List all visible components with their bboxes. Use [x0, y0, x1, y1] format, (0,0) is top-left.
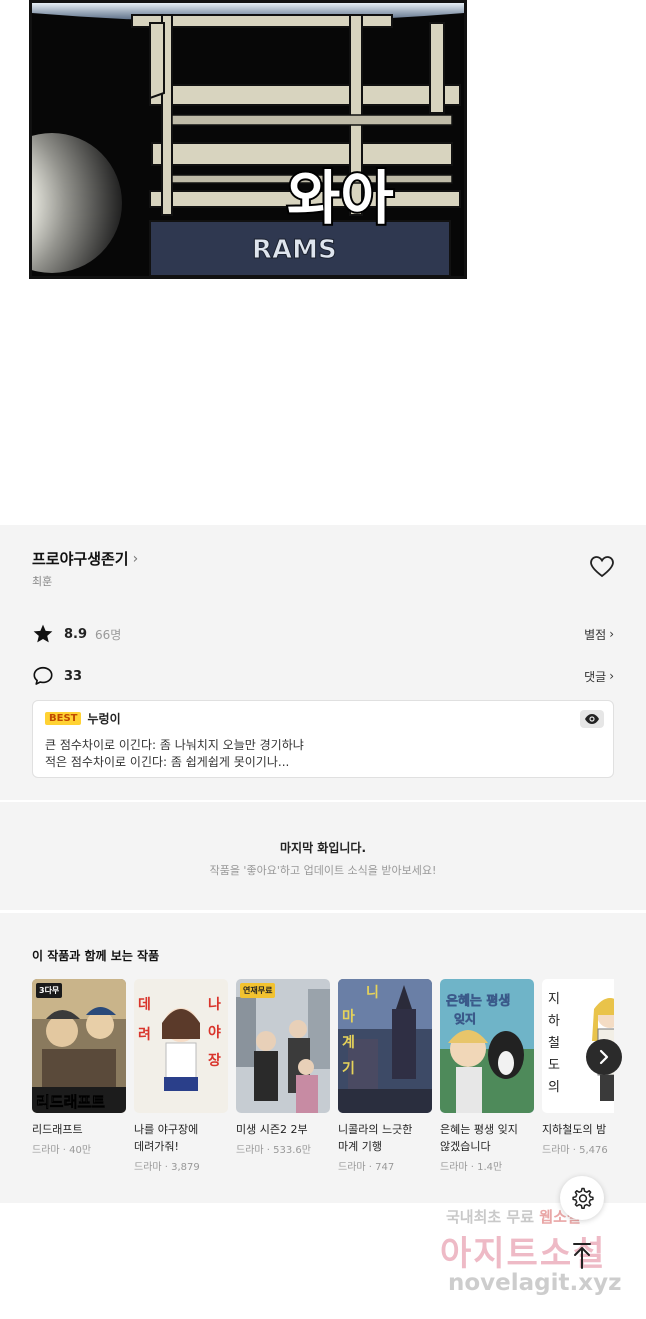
rating-row: 8.9 66명 별점 › — [32, 623, 614, 645]
best-comment[interactable]: BEST 누렁이 큰 점수차이로 이긴다: 좀 나눠치지 오늘만 경기하냐 적은… — [32, 700, 614, 778]
svg-text:은혜는 평생: 은혜는 평생 — [446, 993, 510, 1009]
card-thumbnail: 니 마 계 기 — [338, 979, 432, 1113]
rating-link-label: 별점 — [584, 627, 607, 642]
svg-text:려: 려 — [138, 1026, 151, 1043]
card-meta: 드라마 · 533.6만 — [236, 1145, 311, 1156]
last-episode-notice: 마지막 화입니다. 작품을 '좋아요'하고 업데이트 소식을 받아보세요! — [0, 802, 646, 910]
svg-text:야: 야 — [208, 1024, 221, 1041]
last-episode-subtitle: 작품을 '좋아요'하고 업데이트 소식을 받아보세요! — [209, 864, 437, 877]
card-meta: 드라마 · 1.4만 — [440, 1162, 503, 1173]
best-badge: BEST — [45, 712, 82, 725]
scroll-to-top-button[interactable] — [562, 1236, 602, 1276]
svg-text:기: 기 — [342, 1061, 355, 1077]
card-thumbnail: 은혜는 평생 잊지 — [440, 979, 534, 1113]
recommendation-carousel: 리드래프트 3다무 리드래프트 드라마 · 40만 데 려 나 야 장 나를 야… — [32, 979, 614, 1189]
card-thumbnail: 연재무료 — [236, 979, 330, 1113]
comment-line-2: 적은 점수차이로 이긴다: 좀 쉽게쉽게 못이기나... — [45, 755, 290, 769]
svg-text:철: 철 — [548, 1036, 560, 1051]
star-icon — [33, 624, 53, 643]
recommendations-section: 이 작품과 함께 보는 작품 리드래프트 3다무 리드래프트 드라마 · 40만 — [0, 913, 646, 1203]
card-title: 미생 시즌2 2부 — [236, 1123, 308, 1136]
comment-line-1: 큰 점수차이로 이긴다: 좀 나눠치지 오늘만 경기하냐 — [45, 738, 304, 752]
last-episode-title: 마지막 화입니다. — [279, 841, 367, 855]
chevron-right-icon — [599, 1049, 609, 1065]
recommendations-title: 이 작품과 함께 보는 작품 — [32, 949, 160, 963]
svg-text:나: 나 — [208, 997, 221, 1013]
svg-text:의: 의 — [548, 1080, 560, 1095]
work-info-section: 프로야구생존기 › 최훈 8.9 66명 별점 › 33 댓글 › BEST 누… — [0, 525, 646, 800]
rating-score: 8.9 — [64, 626, 88, 642]
svg-text:데: 데 — [138, 997, 151, 1013]
recommendation-card[interactable]: 리드래프트 3다무 리드래프트 드라마 · 40만 — [32, 979, 126, 1156]
svg-text:지: 지 — [548, 992, 560, 1007]
watermark: 국내최초 무료 웹소설 아지트소설 novelagit.xyz — [440, 1202, 640, 1312]
recommendation-card[interactable]: 니 마 계 기 니콜라의 느긋한 마계 기행 드라마 · 747 — [338, 979, 432, 1173]
comment-link[interactable]: 댓글 › — [584, 668, 614, 685]
svg-text:도: 도 — [548, 1058, 560, 1073]
eye-icon[interactable] — [580, 710, 604, 728]
comment-row: 33 댓글 › — [32, 665, 614, 687]
work-author: 최훈 — [32, 575, 53, 588]
chevron-right-icon: › — [132, 550, 139, 567]
rating-count: 66명 — [95, 627, 122, 642]
heart-icon[interactable] — [589, 555, 615, 579]
svg-text:마: 마 — [342, 1009, 355, 1025]
svg-text:계: 계 — [342, 1035, 355, 1051]
sign-text: RAMS — [252, 235, 337, 265]
card-meta: 드라마 · 3,879 — [134, 1162, 200, 1173]
comment-author: 누렁이 — [87, 712, 121, 726]
carousel-next-button[interactable] — [586, 1039, 622, 1075]
comic-panel: RAMS 와아 — [29, 0, 467, 279]
comic-viewer: RAMS 와아 — [0, 0, 646, 525]
card-title: 니콜라의 느긋한 마계 기행 — [338, 1123, 413, 1153]
svg-text:하: 하 — [548, 1014, 560, 1029]
card-title: 지하철도의 밤 — [542, 1123, 607, 1136]
sfx-text: 와아 — [287, 164, 394, 232]
card-thumbnail: 데 려 나 야 장 — [134, 979, 228, 1113]
arrow-up-icon — [573, 1243, 591, 1269]
work-title-link[interactable]: 프로야구생존기 › — [32, 548, 138, 569]
watermark-line-1: 국내최초 무료 웹소설 — [446, 1208, 581, 1226]
svg-text:잊지: 잊지 — [454, 1011, 476, 1026]
comment-count: 33 — [64, 668, 83, 684]
card-title: 나를 야구장에 데려가줘! — [134, 1123, 199, 1153]
chevron-right-icon: › — [609, 669, 614, 683]
svg-text:리드래프트: 리드래프트 — [36, 1093, 105, 1111]
svg-text:니: 니 — [366, 985, 379, 1001]
card-title: 은혜는 평생 잊지 않겠습니다 — [440, 1123, 518, 1153]
card-meta: 드라마 · 5,476 — [542, 1145, 608, 1156]
settings-button[interactable] — [560, 1176, 604, 1220]
recommendation-card[interactable]: 데 려 나 야 장 나를 야구장에 데려가줘! 드라마 · 3,879 — [134, 979, 228, 1173]
card-thumbnail: 리드래프트 3다무 — [32, 979, 126, 1113]
card-badge: 연재무료 — [240, 983, 276, 998]
card-title: 리드래프트 — [32, 1123, 83, 1136]
recommendation-card[interactable]: 은혜는 평생 잊지 은혜는 평생 잊지 않겠습니다 드라마 · 1.4만 — [440, 979, 534, 1173]
card-meta: 드라마 · 747 — [338, 1162, 395, 1173]
card-meta: 드라마 · 40만 — [32, 1145, 92, 1156]
work-title: 프로야구생존기 — [32, 550, 129, 568]
svg-text:장: 장 — [208, 1052, 221, 1069]
card-badge: 3다무 — [36, 983, 63, 998]
rating-link[interactable]: 별점 › — [584, 626, 614, 643]
gear-icon — [572, 1187, 594, 1210]
comment-link-label: 댓글 — [584, 669, 607, 684]
chevron-right-icon: › — [609, 627, 614, 641]
comment-icon — [33, 666, 53, 685]
recommendation-card[interactable]: 연재무료 미생 시즌2 2부 드라마 · 533.6만 — [236, 979, 330, 1156]
